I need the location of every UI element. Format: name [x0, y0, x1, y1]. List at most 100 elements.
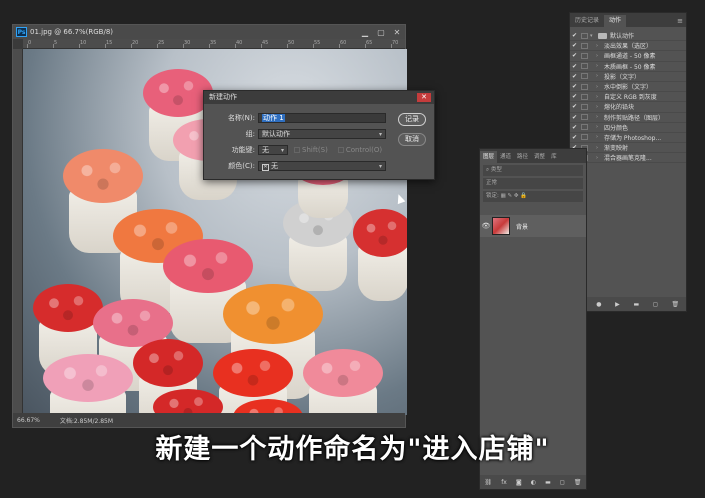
ruler-tick — [53, 44, 54, 48]
layer-row-background[interactable]: 👁 背景 — [480, 215, 586, 237]
zoom-level[interactable]: 66.67% — [17, 417, 40, 424]
dialog-toggle-icon[interactable] — [581, 83, 588, 90]
dialog-toggle-icon[interactable] — [581, 42, 588, 49]
dialog-titlebar[interactable]: 新建动作 ✕ — [204, 91, 434, 104]
check-icon[interactable]: ✔ — [570, 93, 579, 100]
check-icon[interactable]: ✔ — [570, 83, 579, 90]
control-checkbox[interactable]: Control(O) — [337, 146, 382, 154]
ruler-tick — [235, 44, 236, 48]
dialog-toggle-icon[interactable] — [581, 103, 588, 110]
chevron-right-icon[interactable]: › — [596, 43, 604, 49]
action-row[interactable]: ✔ › 木质画框 - 50 像素 — [570, 62, 686, 72]
check-icon[interactable]: ✔ — [570, 103, 579, 110]
chevron-right-icon[interactable]: › — [596, 84, 604, 90]
fx-icon[interactable]: fx — [501, 479, 507, 486]
tab-adjustments[interactable]: 调整 — [531, 151, 548, 163]
screen: Ps 01.jpg @ 66.7%(RGB/8) ▁ ▢ ✕ 0 5 10 15 20 2… — [0, 0, 705, 498]
check-icon[interactable]: ✔ — [570, 73, 579, 80]
dialog-toggle-icon[interactable] — [581, 73, 588, 80]
lock-icon[interactable]: ▦ ✎ ✥ 🔒 — [499, 193, 528, 199]
color-value: 无 — [271, 161, 278, 170]
chevron-right-icon[interactable]: › — [596, 53, 604, 59]
action-label: 自定义 RGB 到灰度 — [604, 94, 657, 102]
dialog-toggle-icon[interactable] — [581, 93, 588, 100]
new-layer-icon[interactable]: ◻ — [560, 479, 565, 486]
folder-icon[interactable]: ▬ — [545, 479, 551, 486]
tab-channels[interactable]: 通道 — [497, 151, 514, 163]
tab-layers[interactable]: 图层 — [480, 151, 498, 163]
blend-mode-select[interactable]: 正常 — [483, 178, 583, 189]
close-icon[interactable]: ✕ — [389, 28, 405, 37]
action-name-input[interactable]: 动作 1 — [258, 112, 386, 123]
chevron-right-icon[interactable]: › — [596, 63, 604, 69]
close-icon[interactable]: ✕ — [417, 93, 431, 102]
new-set-icon[interactable]: ▬ — [633, 301, 639, 308]
dialog-toggle-icon[interactable] — [581, 124, 588, 131]
ruler-tick — [131, 44, 132, 48]
trash-icon[interactable]: 🗑 — [671, 301, 679, 308]
check-icon[interactable]: ✔ — [570, 114, 579, 121]
shift-checkbox[interactable]: Shift(S) — [294, 146, 328, 154]
record-icon[interactable]: ● — [596, 301, 601, 308]
action-row[interactable]: ✔ › 自定义 RGB 到灰度 — [570, 92, 686, 103]
panel-menu-icon[interactable]: ≡ — [677, 15, 683, 27]
ruler-tick-label: 45 — [262, 40, 269, 46]
chevron-right-icon[interactable]: › — [596, 134, 604, 140]
action-row[interactable]: ✔›渐变映射 — [570, 143, 686, 154]
document-titlebar[interactable]: Ps 01.jpg @ 66.7%(RGB/8) ▁ ▢ ✕ — [13, 25, 405, 39]
tab-libraries[interactable]: 库 — [548, 151, 560, 163]
action-row[interactable]: ✔ › 四分颜色 — [570, 123, 686, 133]
action-row[interactable]: ✔ › 投影（文字） — [570, 72, 686, 82]
cancel-button[interactable]: 取消 — [398, 133, 426, 146]
action-row[interactable]: ✔ › 制作剪贴路径（图层） — [570, 113, 686, 123]
color-select[interactable]: ✕ 无 — [258, 160, 386, 171]
check-icon[interactable]: ✔ — [570, 42, 579, 49]
action-set-row[interactable]: ✔ ▾ 默认动作 — [570, 31, 686, 42]
minimize-icon[interactable]: ▁ — [357, 28, 373, 37]
layer-kind-filter[interactable]: ⌕ 类型 — [483, 165, 583, 176]
dialog-toggle-icon[interactable] — [581, 52, 588, 59]
play-icon[interactable]: ▶ — [615, 301, 620, 308]
dialog-toggle-icon[interactable] — [581, 134, 588, 141]
action-row[interactable]: ✔ › 熔化的铅块 — [570, 102, 686, 113]
chevron-right-icon[interactable]: › — [596, 155, 604, 161]
chevron-right-icon[interactable]: › — [596, 73, 604, 79]
chevron-right-icon[interactable]: › — [596, 145, 604, 151]
link-icon[interactable]: ⛓ — [485, 479, 493, 486]
tab-actions[interactable]: 动作 — [604, 15, 627, 27]
action-row[interactable]: ✔ › 存储为 Photoshop... — [570, 133, 686, 144]
eye-icon[interactable]: 👁 — [480, 222, 492, 230]
check-icon[interactable]: ✔ — [570, 63, 579, 70]
tab-history[interactable]: 历史记录 — [570, 15, 604, 27]
trash-icon[interactable]: 🗑 — [574, 479, 582, 486]
mask-icon[interactable]: ◙ — [516, 479, 522, 486]
chevron-right-icon[interactable]: › — [596, 114, 604, 120]
action-row[interactable]: ✔ › 画框通道 - 50 像素 — [570, 51, 686, 62]
dialog-toggle-icon[interactable] — [581, 63, 588, 70]
ruler-tick-label: 40 — [236, 40, 243, 46]
check-icon[interactable]: ✔ — [570, 134, 579, 141]
dialog-toggle-icon[interactable] — [581, 32, 588, 39]
tab-paths[interactable]: 路径 — [514, 151, 531, 163]
action-row[interactable]: ✔ › 水中倒影（文字） — [570, 82, 686, 93]
chevron-right-icon[interactable]: › — [596, 124, 604, 130]
new-action-dialog: 新建动作 ✕ 名称(N): 动作 1 组: 默认动作 功能键: 无 Shift(… — [203, 90, 435, 180]
check-icon[interactable]: ✔ — [570, 32, 579, 39]
record-button[interactable]: 记录 — [398, 113, 426, 126]
chevron-down-icon[interactable]: ▾ — [590, 33, 598, 39]
adjustment-icon[interactable]: ◐ — [531, 479, 536, 486]
maximize-icon[interactable]: ▢ — [373, 28, 389, 37]
action-row[interactable]: ✔›混合器画笔克隆... — [570, 153, 686, 164]
ruler-tick — [339, 44, 340, 48]
ruler-tick-label: 60 — [340, 40, 347, 46]
chevron-right-icon[interactable]: › — [596, 104, 604, 110]
new-action-icon[interactable]: ◻ — [653, 301, 658, 308]
action-row[interactable]: ✔ › 淡出效果（选区） — [570, 41, 686, 52]
group-select[interactable]: 默认动作 — [258, 128, 386, 139]
check-icon[interactable]: ✔ — [570, 52, 579, 59]
function-key-select[interactable]: 无 — [258, 144, 288, 155]
dialog-toggle-icon[interactable] — [581, 114, 588, 121]
chevron-right-icon[interactable]: › — [596, 94, 604, 100]
layers-footer: ⛓ fx ◙ ◐ ▬ ◻ 🗑 — [480, 475, 586, 489]
check-icon[interactable]: ✔ — [570, 124, 579, 131]
